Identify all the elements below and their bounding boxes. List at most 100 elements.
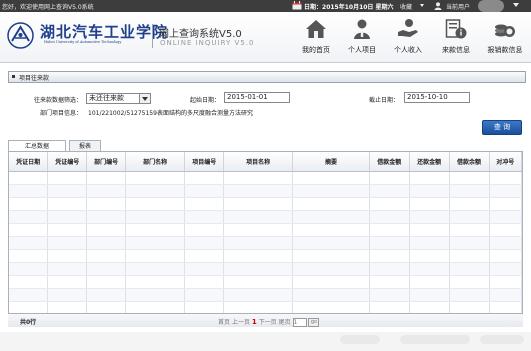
table-cell[interactable] <box>9 223 49 237</box>
table-cell[interactable] <box>184 223 225 237</box>
end-date-input[interactable]: 2015-10-10 <box>404 92 470 103</box>
table-cell[interactable] <box>184 275 225 289</box>
table-cell[interactable] <box>489 262 522 276</box>
table-cell[interactable] <box>409 275 450 289</box>
table-cell[interactable] <box>47 262 88 276</box>
table-cell[interactable] <box>86 236 126 250</box>
table-row[interactable] <box>9 288 522 302</box>
table-row[interactable] <box>9 171 522 185</box>
nav-reimbursement-info[interactable]: 报销款信息 <box>480 18 530 60</box>
table-cell[interactable] <box>9 236 49 250</box>
table-cell[interactable] <box>125 197 186 211</box>
column-header[interactable]: 摘要 <box>292 152 370 172</box>
table-cell[interactable] <box>409 249 450 263</box>
table-cell[interactable] <box>292 249 370 263</box>
table-cell[interactable] <box>292 210 370 224</box>
table-cell[interactable] <box>292 223 370 237</box>
nav-my-home[interactable]: 我的首页 <box>292 18 340 60</box>
table-cell[interactable] <box>489 275 522 289</box>
last-page-link[interactable]: 尾页 <box>279 319 291 326</box>
table-cell[interactable] <box>449 275 490 289</box>
filter-type-select[interactable]: 未还往来款 <box>86 93 151 104</box>
nav-personal-project[interactable]: 个人项目 <box>338 18 386 60</box>
go-button[interactable]: go <box>308 318 320 327</box>
table-cell[interactable] <box>449 288 490 302</box>
dropdown-arrow-icon[interactable] <box>139 94 150 103</box>
column-header[interactable]: 还款金额 <box>409 152 450 172</box>
table-cell[interactable] <box>9 262 49 276</box>
start-date-input[interactable]: 2015-01-01 <box>224 92 290 103</box>
table-cell[interactable] <box>489 223 522 237</box>
table-cell[interactable] <box>9 171 49 185</box>
table-cell[interactable] <box>369 288 410 302</box>
table-cell[interactable] <box>449 171 490 185</box>
table-cell[interactable] <box>292 236 370 250</box>
table-cell[interactable] <box>409 210 450 224</box>
table-cell[interactable] <box>9 249 49 263</box>
table-cell[interactable] <box>184 171 225 185</box>
table-cell[interactable] <box>369 223 410 237</box>
table-cell[interactable] <box>369 210 410 224</box>
table-cell[interactable] <box>184 236 225 250</box>
table-cell[interactable] <box>369 262 410 276</box>
table-cell[interactable] <box>292 197 370 211</box>
table-cell[interactable] <box>223 249 294 263</box>
table-cell[interactable] <box>86 288 126 302</box>
table-cell[interactable] <box>86 184 126 198</box>
table-cell[interactable] <box>125 184 186 198</box>
table-cell[interactable] <box>489 236 522 250</box>
table-row[interactable] <box>9 210 522 224</box>
table-cell[interactable] <box>184 197 225 211</box>
nav-personal-income[interactable]: 个人收入 <box>384 18 432 60</box>
table-cell[interactable] <box>223 210 294 224</box>
table-cell[interactable] <box>86 171 126 185</box>
table-cell[interactable] <box>223 236 294 250</box>
table-cell[interactable] <box>86 210 126 224</box>
column-header[interactable]: 部门名称 <box>125 152 186 172</box>
table-cell[interactable] <box>184 249 225 263</box>
table-cell[interactable] <box>489 171 522 185</box>
table-cell[interactable] <box>449 223 490 237</box>
column-header[interactable]: 借款金额 <box>369 152 410 172</box>
page-number-input[interactable]: 1 <box>292 318 307 327</box>
table-cell[interactable] <box>47 210 88 224</box>
table-cell[interactable] <box>86 223 126 237</box>
table-cell[interactable] <box>369 184 410 198</box>
table-cell[interactable] <box>47 223 88 237</box>
table-cell[interactable] <box>292 171 370 185</box>
table-cell[interactable] <box>125 171 186 185</box>
table-cell[interactable] <box>125 275 186 289</box>
table-cell[interactable] <box>489 288 522 302</box>
chevron-down-icon[interactable] <box>420 4 424 7</box>
next-page-link[interactable]: 下一页 <box>259 319 277 326</box>
table-row[interactable] <box>9 236 522 250</box>
query-button[interactable]: 查 询 <box>482 120 522 135</box>
column-header[interactable]: 对冲号 <box>489 152 522 172</box>
table-cell[interactable] <box>409 171 450 185</box>
table-cell[interactable] <box>184 210 225 224</box>
table-cell[interactable] <box>489 249 522 263</box>
table-cell[interactable] <box>9 275 49 289</box>
table-cell[interactable] <box>369 275 410 289</box>
table-cell[interactable] <box>369 249 410 263</box>
table-cell[interactable] <box>223 288 294 302</box>
column-header[interactable]: 项目编号 <box>184 152 225 172</box>
table-cell[interactable] <box>125 210 186 224</box>
table-row[interactable] <box>9 275 522 289</box>
favorites-menu[interactable]: 收藏 <box>400 2 412 11</box>
table-cell[interactable] <box>449 184 490 198</box>
table-cell[interactable] <box>86 197 126 211</box>
table-cell[interactable] <box>184 288 225 302</box>
tab-report[interactable]: 报表 <box>69 140 101 151</box>
table-cell[interactable] <box>369 197 410 211</box>
table-cell[interactable] <box>125 249 186 263</box>
table-cell[interactable] <box>489 184 522 198</box>
table-cell[interactable] <box>47 171 88 185</box>
table-cell[interactable] <box>409 288 450 302</box>
table-cell[interactable] <box>449 197 490 211</box>
table-cell[interactable] <box>47 249 88 263</box>
table-cell[interactable] <box>409 262 450 276</box>
table-cell[interactable] <box>409 184 450 198</box>
table-cell[interactable] <box>86 262 126 276</box>
table-cell[interactable] <box>47 236 88 250</box>
